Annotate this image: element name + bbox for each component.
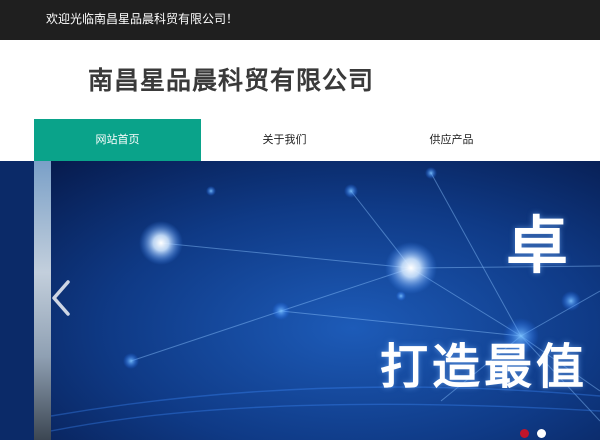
nav-item-products[interactable]: 供应产品 xyxy=(368,119,535,161)
nav-item-home[interactable]: 网站首页 xyxy=(34,119,201,161)
banner-network-graphic xyxy=(51,161,600,440)
nav-item-about[interactable]: 关于我们 xyxy=(201,119,368,161)
top-bar: 欢迎光临南昌星品晨科贸有限公司！ xyxy=(0,0,600,40)
slider-dot-2[interactable] xyxy=(537,429,546,438)
banner-slogan-line2: 打造最值 xyxy=(380,339,589,395)
chevron-left-icon xyxy=(52,280,70,316)
nav-item-news[interactable]: 新 xyxy=(535,119,600,161)
slider-prev-button[interactable] xyxy=(46,273,76,323)
hero-banner: 卓 打造最值 xyxy=(0,161,600,440)
banner-slogan-line1: 卓 xyxy=(506,209,569,282)
site-header: 南昌星品晨科贸有限公司 xyxy=(0,40,600,119)
slider-dots xyxy=(520,429,546,439)
slider-dot-1[interactable] xyxy=(520,429,529,438)
main-nav: 网站首页 关于我们 供应产品 新 xyxy=(0,119,600,161)
welcome-text: 欢迎光临南昌星品晨科贸有限公司！ xyxy=(46,12,239,26)
company-name[interactable]: 南昌星品晨科贸有限公司 xyxy=(88,65,374,97)
